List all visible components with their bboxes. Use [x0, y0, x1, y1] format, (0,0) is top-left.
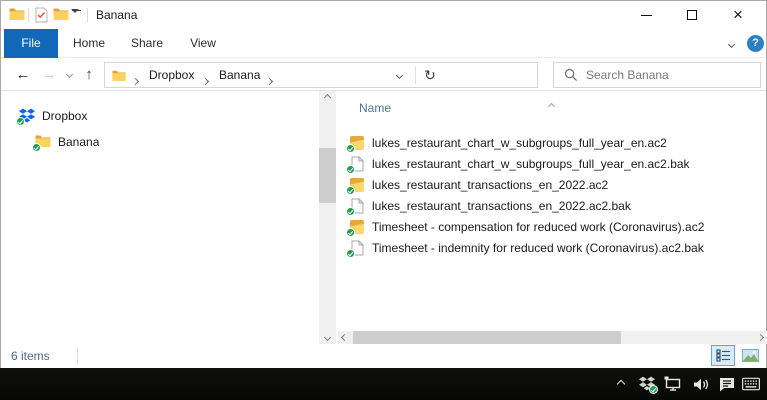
bak-file-icon — [346, 239, 365, 258]
file-row[interactable]: Timesheet - compensation for reduced wor… — [346, 216, 759, 237]
search-icon — [564, 68, 578, 82]
details-view-button[interactable] — [711, 345, 735, 366]
sync-ok-badge — [649, 385, 658, 394]
file-name: Timesheet - indemnity for reduced work (… — [372, 240, 704, 255]
address-bar[interactable]: Dropbox Banana ↻ — [104, 62, 538, 88]
file-row[interactable]: lukes_restaurant_chart_w_subgroups_full_… — [346, 132, 759, 153]
ac2-file-icon — [346, 135, 365, 153]
sidebar-item-label: Banana — [58, 135, 100, 149]
search-input[interactable] — [586, 63, 756, 87]
ac2-file-icon — [346, 177, 365, 195]
window-title: Banana — [96, 8, 138, 22]
breadcrumb-chevron-icon[interactable] — [131, 73, 140, 87]
scroll-left-icon[interactable] — [338, 331, 351, 344]
separator — [77, 348, 78, 364]
file-row[interactable]: lukes_restaurant_transactions_en_2022.ac… — [346, 174, 759, 195]
tab-share[interactable]: Share — [119, 29, 175, 58]
tray-dropbox-icon[interactable] — [638, 375, 658, 394]
back-button[interactable]: ← — [11, 58, 35, 91]
separator — [28, 8, 29, 22]
bak-file-icon — [346, 197, 365, 216]
file-name: lukes_restaurant_transactions_en_2022.ac… — [372, 177, 609, 192]
navigation-bar: ← → ↑ Dropbox Banana ↻ — [1, 58, 766, 91]
tray-action-center-icon[interactable] — [718, 375, 736, 393]
expand-ribbon-chevron-icon[interactable] — [719, 34, 743, 54]
item-count: 6 items — [11, 349, 50, 363]
sidebar-item-dropbox[interactable]: Dropbox — [16, 106, 88, 126]
qat-customize-dropdown-icon[interactable] — [71, 9, 82, 27]
file-row[interactable]: lukes_restaurant_chart_w_subgroups_full_… — [346, 153, 759, 174]
screen: Banana × File Home Share View ? ← → ↑ Dr… — [0, 0, 767, 400]
tab-file[interactable]: File — [4, 29, 58, 58]
sort-ascending-icon[interactable] — [547, 98, 556, 112]
thumbnails-view-button[interactable] — [738, 345, 762, 366]
title-bar: Banana × — [1, 1, 766, 29]
breadcrumb-dropbox[interactable]: Dropbox — [147, 63, 196, 87]
thumbnails-view-icon — [741, 349, 759, 362]
file-row[interactable]: lukes_restaurant_transactions_en_2022.ac… — [346, 195, 759, 216]
maximize-button[interactable] — [669, 1, 715, 29]
sync-ok-badge — [32, 143, 41, 152]
tab-view[interactable]: View — [177, 29, 229, 58]
breadcrumb-chevron-icon[interactable] — [265, 73, 274, 87]
recent-locations-chevron-icon[interactable] — [61, 58, 77, 91]
tray-network-icon[interactable] — [664, 375, 682, 393]
file-name: lukes_restaurant_chart_w_subgroups_full_… — [372, 135, 667, 150]
tray-volume-icon[interactable] — [692, 375, 710, 393]
folder-icon — [32, 134, 51, 152]
details-view-icon — [715, 349, 730, 362]
sidebar-item-banana[interactable]: Banana — [32, 132, 100, 152]
close-button[interactable]: × — [715, 1, 761, 29]
filelist-horizontal-scrollbar[interactable] — [338, 331, 767, 344]
file-name: lukes_restaurant_transactions_en_2022.ac… — [372, 198, 631, 213]
sync-ok-badge — [16, 117, 25, 126]
refresh-icon[interactable]: ↻ — [416, 63, 444, 87]
sidebar-scrollbar[interactable] — [319, 91, 336, 344]
ribbon-tab-bar: File Home Share View ? — [1, 29, 766, 58]
ac2-file-icon — [346, 219, 365, 237]
qat-properties-icon[interactable] — [34, 7, 48, 26]
column-header-name[interactable]: Name — [359, 101, 391, 115]
hidden-icons-chevron-icon[interactable] — [612, 375, 630, 393]
sync-ok-badge — [346, 164, 355, 174]
qat-new-folder-icon[interactable] — [53, 7, 69, 24]
scrollbar-thumb[interactable] — [319, 148, 336, 203]
breadcrumb-banana[interactable]: Banana — [217, 63, 262, 87]
sync-ok-badge — [346, 143, 355, 153]
bak-file-icon — [346, 155, 365, 174]
scrollbar-thumb[interactable] — [353, 331, 621, 344]
sync-ok-badge — [346, 248, 355, 258]
scroll-down-icon[interactable] — [319, 331, 336, 344]
search-box[interactable] — [553, 62, 761, 88]
scroll-up-icon[interactable] — [319, 91, 336, 104]
scroll-right-icon[interactable] — [754, 331, 767, 344]
file-name: Timesheet - compensation for reduced wor… — [372, 219, 705, 234]
file-name: lukes_restaurant_chart_w_subgroups_full_… — [372, 156, 690, 171]
up-button[interactable]: ↑ — [77, 58, 101, 91]
separator — [87, 8, 88, 22]
address-dropdown-chevron-icon[interactable] — [385, 63, 413, 87]
folder-icon — [112, 69, 126, 85]
file-row[interactable]: Timesheet - indemnity for reduced work (… — [346, 237, 759, 258]
sync-ok-badge — [346, 206, 355, 216]
desktop-taskbar-strip — [0, 368, 767, 400]
status-bar: 6 items — [1, 344, 766, 368]
minimize-button[interactable] — [623, 1, 669, 29]
window-folder-icon — [9, 7, 25, 24]
tray-touch-keyboard-icon[interactable] — [742, 375, 760, 393]
tab-home[interactable]: Home — [61, 29, 117, 58]
sync-ok-badge — [346, 227, 355, 237]
main-area: Dropbox Banana Name lukes_restaurant_cha… — [1, 91, 767, 344]
dropbox-icon — [16, 108, 35, 126]
help-icon[interactable]: ? — [747, 35, 764, 52]
forward-button[interactable]: → — [37, 58, 61, 91]
breadcrumb-chevron-icon[interactable] — [201, 73, 210, 87]
explorer-window: Banana × File Home Share View ? ← → ↑ Dr… — [0, 0, 767, 368]
sync-ok-badge — [346, 185, 355, 195]
sidebar-item-label: Dropbox — [42, 109, 88, 123]
